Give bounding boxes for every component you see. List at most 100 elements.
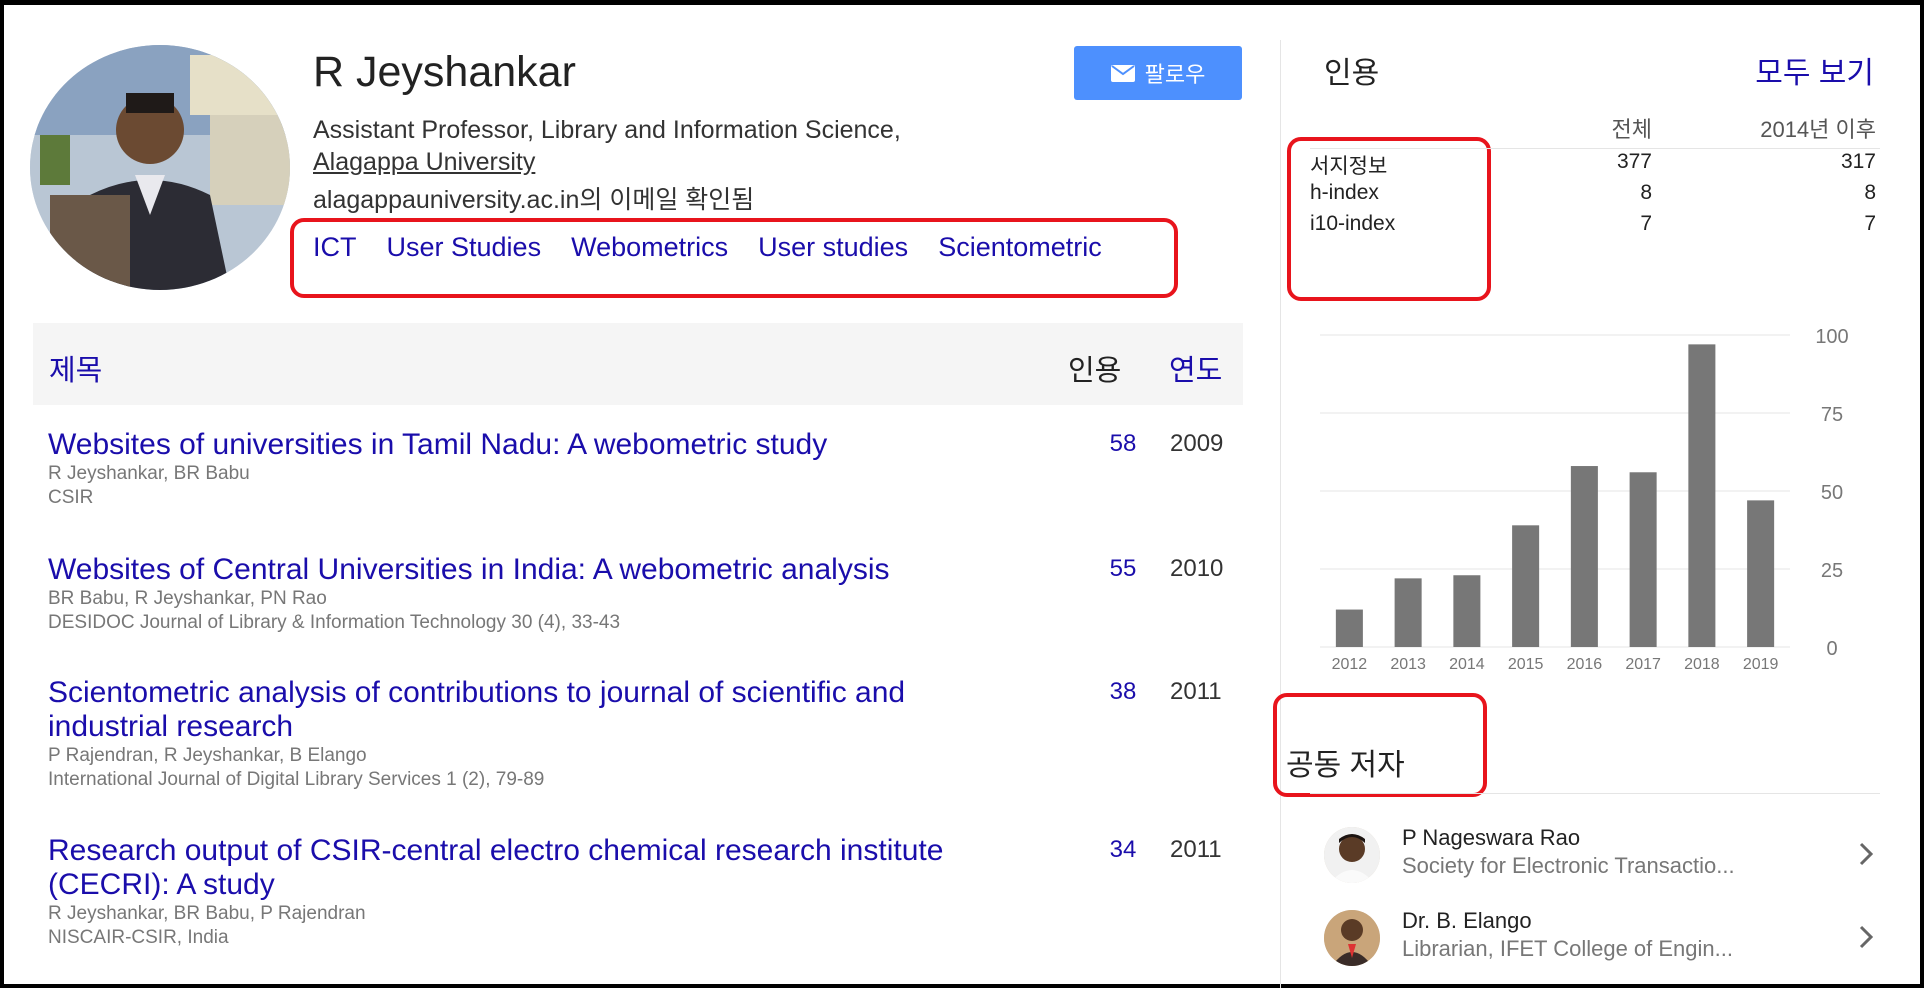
profile-name: R Jeyshankar xyxy=(313,48,576,96)
citation-metrics-table: 전체 2014년 이후 서지정보 377 317 h-index 8 8 i10… xyxy=(1310,112,1880,243)
bar xyxy=(1629,472,1657,647)
sort-by-title[interactable]: 제목 xyxy=(49,347,102,389)
metric-value-since: 317 xyxy=(1840,150,1876,173)
view-all-link[interactable]: 모두 보기 xyxy=(1754,48,1874,92)
x-tick-label: 2016 xyxy=(1567,656,1603,673)
x-tick-label: 2012 xyxy=(1332,656,1368,673)
bar xyxy=(1512,525,1540,647)
coauthor-avatar xyxy=(1324,827,1380,883)
article-year: 2011 xyxy=(1170,678,1222,705)
citations-heading: 인용 xyxy=(1324,57,1380,90)
interest-link-user-studies[interactable]: User Studies xyxy=(387,232,542,263)
y-tick-label: 25 xyxy=(1821,560,1843,582)
affiliation-text: Assistant Professor, Library and Informa… xyxy=(313,116,901,144)
article-row: Research output of CSIR-central electro … xyxy=(48,834,1248,950)
column-since-2014: 2014년 이후 xyxy=(1760,117,1876,142)
article-cited-by-link[interactable]: 34 xyxy=(1098,836,1148,864)
coauthor-item[interactable]: P Nageswara Rao Society for Electronic T… xyxy=(1324,825,1884,905)
coauthor-photo xyxy=(1324,827,1380,883)
bar xyxy=(1335,609,1363,647)
metric-label-link[interactable]: 서지정보 xyxy=(1310,150,1387,180)
metrics-header-divider xyxy=(1310,148,1880,149)
column-divider xyxy=(1280,40,1281,988)
coauthor-name-link[interactable]: Dr. B. Elango xyxy=(1402,908,1532,934)
y-tick-label: 0 xyxy=(1826,638,1837,660)
coauthor-affiliation: Society for Electronic Transactio... xyxy=(1402,853,1735,878)
metric-value-all: 377 xyxy=(1616,150,1652,173)
interest-link-user-studies-2[interactable]: User studies xyxy=(758,232,908,263)
coauthor-name-link[interactable]: P Nageswara Rao xyxy=(1402,825,1580,851)
metric-label-link[interactable]: h-index xyxy=(1310,181,1379,205)
x-tick-label: 2013 xyxy=(1390,656,1426,673)
metric-value-all: 8 xyxy=(1640,181,1652,204)
article-title-link[interactable]: Scientometric analysis of contributions … xyxy=(48,676,988,744)
y-tick-label: 100 xyxy=(1815,326,1848,348)
article-title-link[interactable]: Research output of CSIR-central electro … xyxy=(48,834,988,902)
profile-affiliation: Assistant Professor, Library and Informa… xyxy=(313,114,901,178)
interest-link-scientometric[interactable]: Scientometric xyxy=(938,232,1102,263)
metric-value-all: 7 xyxy=(1640,212,1652,235)
article-authors: P Rajendran, R Jeyshankar, B Elango xyxy=(48,745,367,766)
bar xyxy=(1394,578,1422,647)
coauthor-avatar xyxy=(1324,910,1380,966)
column-cited-by: 인용 xyxy=(1068,355,1122,387)
profile-photo xyxy=(30,45,290,290)
article-year: 2009 xyxy=(1170,430,1224,457)
article-row: Websites of universities in Tamil Nadu: … xyxy=(48,428,1248,510)
y-tick-label: 75 xyxy=(1821,404,1843,426)
coauthors-heading: 공동 저자 xyxy=(1286,749,1405,782)
article-year: 2010 xyxy=(1170,555,1224,582)
article-cited-by-link[interactable]: 55 xyxy=(1098,555,1148,583)
university-link[interactable]: Alagappa University xyxy=(313,146,901,178)
x-tick-label: 2015 xyxy=(1508,656,1544,673)
bar xyxy=(1688,344,1716,647)
metrics-row-h-index: h-index 8 8 xyxy=(1310,181,1880,212)
x-tick-label: 2018 xyxy=(1684,656,1720,673)
article-venue: CSIR xyxy=(48,487,94,508)
interest-link-ict[interactable]: ICT xyxy=(313,232,357,263)
metric-value-since: 7 xyxy=(1864,212,1876,235)
articles-table-header: 제목 인용 연도 xyxy=(33,323,1243,405)
metrics-header-row: 전체 2014년 이후 xyxy=(1310,112,1880,150)
x-tick-label: 2019 xyxy=(1743,656,1779,673)
article-venue: DESIDOC Journal of Library & Information… xyxy=(48,612,621,633)
coauthor-affiliation: Librarian, IFET College of Engin... xyxy=(1402,936,1733,961)
coauthor-photo xyxy=(1324,910,1380,966)
chevron-right-icon[interactable] xyxy=(1856,922,1876,952)
follow-button[interactable]: 팔로우 xyxy=(1074,46,1242,100)
article-cited-by-link[interactable]: 58 xyxy=(1098,430,1148,458)
article-authors: BR Babu, R Jeyshankar, PN Rao xyxy=(48,588,327,609)
article-title-link[interactable]: Websites of universities in Tamil Nadu: … xyxy=(48,428,988,462)
metric-label-link[interactable]: i10-index xyxy=(1310,212,1395,236)
research-interests: ICT User Studies Webometrics User studie… xyxy=(313,232,1102,263)
coauthor-item[interactable]: Dr. B. Elango Librarian, IFET College of… xyxy=(1324,908,1884,988)
article-row: Scientometric analysis of contributions … xyxy=(48,676,1248,792)
coauthors-divider xyxy=(1310,793,1880,794)
x-tick-label: 2017 xyxy=(1625,656,1661,673)
article-cited-by-link[interactable]: 38 xyxy=(1098,678,1148,706)
profile-avatar xyxy=(30,45,290,290)
interest-link-webometrics[interactable]: Webometrics xyxy=(571,232,728,263)
bar xyxy=(1453,575,1481,647)
article-row: Websites of Central Universities in Indi… xyxy=(48,553,1248,635)
bar xyxy=(1570,466,1598,647)
article-venue: International Journal of Digital Library… xyxy=(48,769,545,790)
bar xyxy=(1747,500,1775,647)
citations-per-year-chart: 0 25 50 75 100 2012 2013 2014 2015 2016 2017 2018 20… xyxy=(1320,326,1849,673)
sort-by-year[interactable]: 연도 xyxy=(1169,347,1222,389)
verified-email: alagappauniversity.ac.in의 이메일 확인됨 xyxy=(313,186,755,214)
chevron-right-icon[interactable] xyxy=(1856,839,1876,869)
article-authors: R Jeyshankar, BR Babu xyxy=(48,463,250,484)
y-tick-label: 50 xyxy=(1821,482,1843,504)
follow-button-label: 팔로우 xyxy=(1144,62,1206,87)
column-all: 전체 xyxy=(1611,117,1652,142)
metric-value-since: 8 xyxy=(1864,181,1876,204)
metrics-row-citations: 서지정보 377 317 xyxy=(1310,150,1880,181)
article-venue: NISCAIR-CSIR, India xyxy=(48,927,229,948)
article-title-link[interactable]: Websites of Central Universities in Indi… xyxy=(48,553,988,587)
x-tick-label: 2014 xyxy=(1449,656,1485,673)
mail-icon xyxy=(1110,64,1135,82)
article-authors: R Jeyshankar, BR Babu, P Rajendran xyxy=(48,903,366,924)
article-year: 2011 xyxy=(1170,836,1222,863)
metrics-row-i10-index: i10-index 7 7 xyxy=(1310,212,1880,243)
